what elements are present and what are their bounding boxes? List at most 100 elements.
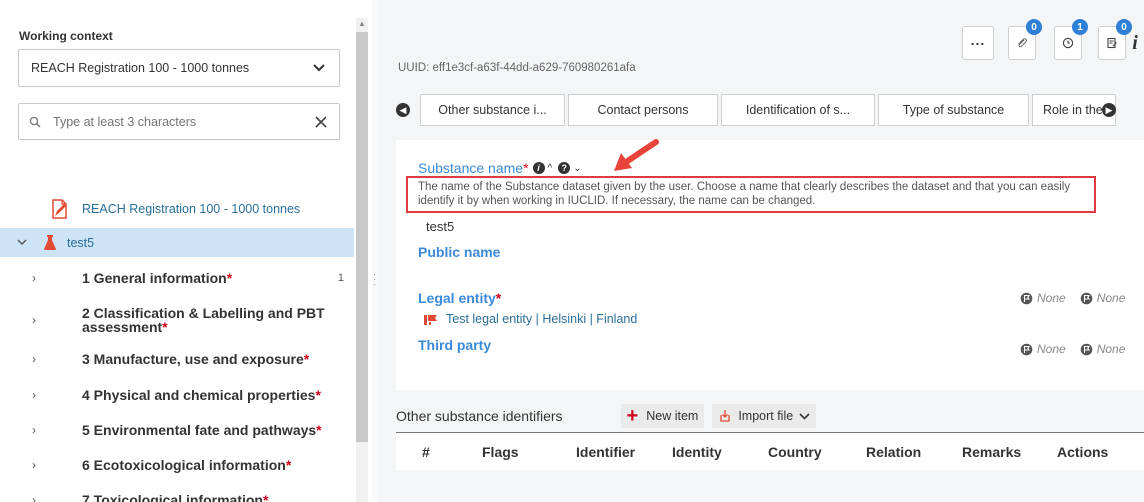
dossier-edit-icon — [50, 199, 70, 219]
uuid-label: UUID: eff1e3cf-a63f-44dd-a629-760980261a… — [398, 62, 636, 74]
tree-item-section[interactable]: › 6 Ecotoxicological information* — [0, 458, 354, 472]
info-button[interactable]: i — [1120, 26, 1144, 60]
identifiers-table-header: # Flags Identifier Identity Country Rela… — [396, 432, 1144, 470]
chevron-right-icon[interactable]: › — [32, 271, 46, 285]
required-marker: * — [303, 351, 310, 367]
chevron-right-icon[interactable]: › — [32, 388, 46, 402]
chevron-right-icon[interactable]: › — [32, 493, 46, 502]
identifiers-title: Other substance identifiers — [396, 408, 563, 424]
flag-circle-icon — [1080, 343, 1093, 356]
none-flag[interactable]: None — [1020, 291, 1066, 305]
section-label: 4 Physical and chemical properties — [82, 387, 316, 403]
identifiers-header: Other substance identifiers + New item I… — [396, 402, 1144, 430]
tree-item-selected-substance[interactable]: test5 — [0, 228, 354, 257]
substance-flask-icon — [43, 234, 57, 251]
import-file-button[interactable]: Import file — [712, 404, 817, 428]
substance-name-field-header: Substance name * i ^ ? ⌄ — [418, 160, 582, 176]
tab-other-substance-identifiers[interactable]: Other substance i... — [420, 94, 565, 126]
working-context-label: Working context — [19, 29, 113, 43]
required-marker: * — [523, 160, 529, 176]
more-label: ... — [970, 32, 986, 48]
none-flag[interactable]: None — [1080, 291, 1125, 305]
scrollbar-thumb[interactable] — [356, 32, 368, 442]
column-header: Identity — [672, 444, 722, 460]
required-marker: * — [262, 492, 269, 502]
tree-item-section[interactable]: › 4 Physical and chemical properties* — [0, 388, 354, 402]
flag-circle-icon — [1080, 292, 1093, 305]
new-item-label: New item — [646, 409, 699, 423]
selected-substance-label: test5 — [67, 235, 95, 250]
legal-entity-label-wrap: Legal entity* — [418, 290, 501, 306]
working-context-value: REACH Registration 100 - 1000 tonnes — [31, 61, 250, 75]
chevron-down-icon — [311, 64, 327, 72]
third-party-label: Third party — [418, 337, 492, 353]
navigation-scrollbar[interactable]: ▲ — [356, 18, 368, 502]
none-flag[interactable]: None — [1020, 342, 1066, 356]
none-flag[interactable]: None — [1080, 342, 1125, 356]
substance-name-label: Substance name — [418, 160, 524, 176]
substance-name-value[interactable]: test5 — [426, 219, 454, 234]
search-box — [18, 103, 340, 140]
attachments-count-badge: 0 — [1026, 19, 1042, 35]
search-input[interactable] — [53, 114, 313, 129]
flag-circle-icon — [1020, 292, 1033, 305]
public-name-label: Public name — [418, 244, 501, 260]
tab-type-of-substance[interactable]: Type of substance — [878, 94, 1029, 126]
clear-search-icon[interactable] — [313, 115, 329, 128]
attachments-button[interactable]: 0 — [1008, 19, 1042, 60]
legal-entity-icon — [424, 313, 438, 325]
column-header: Relation — [866, 444, 922, 460]
caret-down-icon[interactable]: ⌄ — [573, 163, 581, 174]
section-tabs: ◀ Other substance i... Contact persons I… — [396, 94, 1144, 126]
main-panel: ... 0 1 0 i UUID: eff1e3cf-a63f-44dd-a62… — [378, 0, 1144, 502]
tabs-scroll-left-icon[interactable]: ◀ — [396, 103, 410, 117]
chevron-right-icon[interactable]: › — [32, 423, 46, 437]
column-header: Country — [768, 444, 822, 460]
tab-identification-of-substance[interactable]: Identification of s... — [721, 94, 875, 126]
new-item-button[interactable]: + New item — [620, 404, 705, 428]
tree-item-section[interactable]: › 7 Toxicological information* — [0, 493, 354, 502]
tabs-scroll-right-icon[interactable]: ▶ — [1102, 103, 1116, 117]
section-label: 6 Ecotoxicological information — [82, 457, 286, 473]
clock-icon — [1062, 37, 1074, 49]
tree-item-section[interactable]: › 2 Classification & Labelling and PBT a… — [0, 306, 354, 334]
section-label: 2 Classification & Labelling and PBT ass… — [82, 305, 325, 335]
pointer-arrow-icon — [614, 139, 659, 171]
column-header: Identifier — [576, 444, 636, 460]
column-header: Remarks — [962, 444, 1022, 460]
required-marker: * — [226, 270, 233, 286]
tab-contact-persons[interactable]: Contact persons — [568, 94, 718, 126]
tree-item-section[interactable]: › 5 Environmental fate and pathways* — [0, 423, 354, 437]
chevron-right-icon[interactable]: › — [32, 458, 46, 472]
legal-entity-link[interactable]: Test legal entity | Helsinki | Finland — [424, 312, 637, 326]
required-marker: * — [495, 290, 502, 306]
tree-item-section[interactable]: › 3 Manufacture, use and exposure* — [0, 352, 354, 366]
required-marker: * — [316, 422, 322, 438]
tree-item-section[interactable]: › 1 General information* 1 — [0, 271, 354, 285]
caret-up-icon[interactable]: ^ — [548, 163, 553, 174]
legal-entity-label: Legal entity — [418, 290, 496, 306]
note-icon — [1107, 37, 1117, 49]
required-marker: * — [315, 387, 321, 403]
tree-root-label: REACH Registration 100 - 1000 tonnes — [82, 202, 301, 216]
section-label: 3 Manufacture, use and exposure — [82, 351, 304, 367]
chevron-right-icon[interactable]: › — [32, 313, 46, 327]
chevron-right-icon[interactable]: › — [32, 352, 46, 366]
legal-entity-flags: None None — [1006, 291, 1125, 305]
drag-handle-icon[interactable]: · · · — [373, 270, 376, 290]
section-label: 5 Environmental fate and pathways — [82, 422, 317, 438]
tree-root-dossier[interactable]: REACH Registration 100 - 1000 tonnes — [50, 199, 300, 219]
info-circle-icon[interactable]: i — [532, 162, 545, 174]
chevron-down-icon[interactable] — [17, 239, 33, 246]
help-circle-icon[interactable]: ? — [558, 162, 571, 174]
working-context-select[interactable]: REACH Registration 100 - 1000 tonnes — [18, 49, 340, 87]
plus-icon: + — [626, 405, 639, 427]
search-icon — [29, 116, 43, 128]
more-actions-button[interactable]: ... — [962, 26, 994, 60]
section-count: 1 — [337, 272, 344, 284]
substance-form: Substance name * i ^ ? ⌄ The name of the … — [396, 139, 1144, 390]
required-marker: * — [162, 319, 168, 335]
scroll-up-arrow-icon[interactable]: ▲ — [358, 20, 366, 28]
history-button[interactable]: 1 — [1054, 19, 1088, 60]
info-icon: i — [1132, 31, 1138, 54]
